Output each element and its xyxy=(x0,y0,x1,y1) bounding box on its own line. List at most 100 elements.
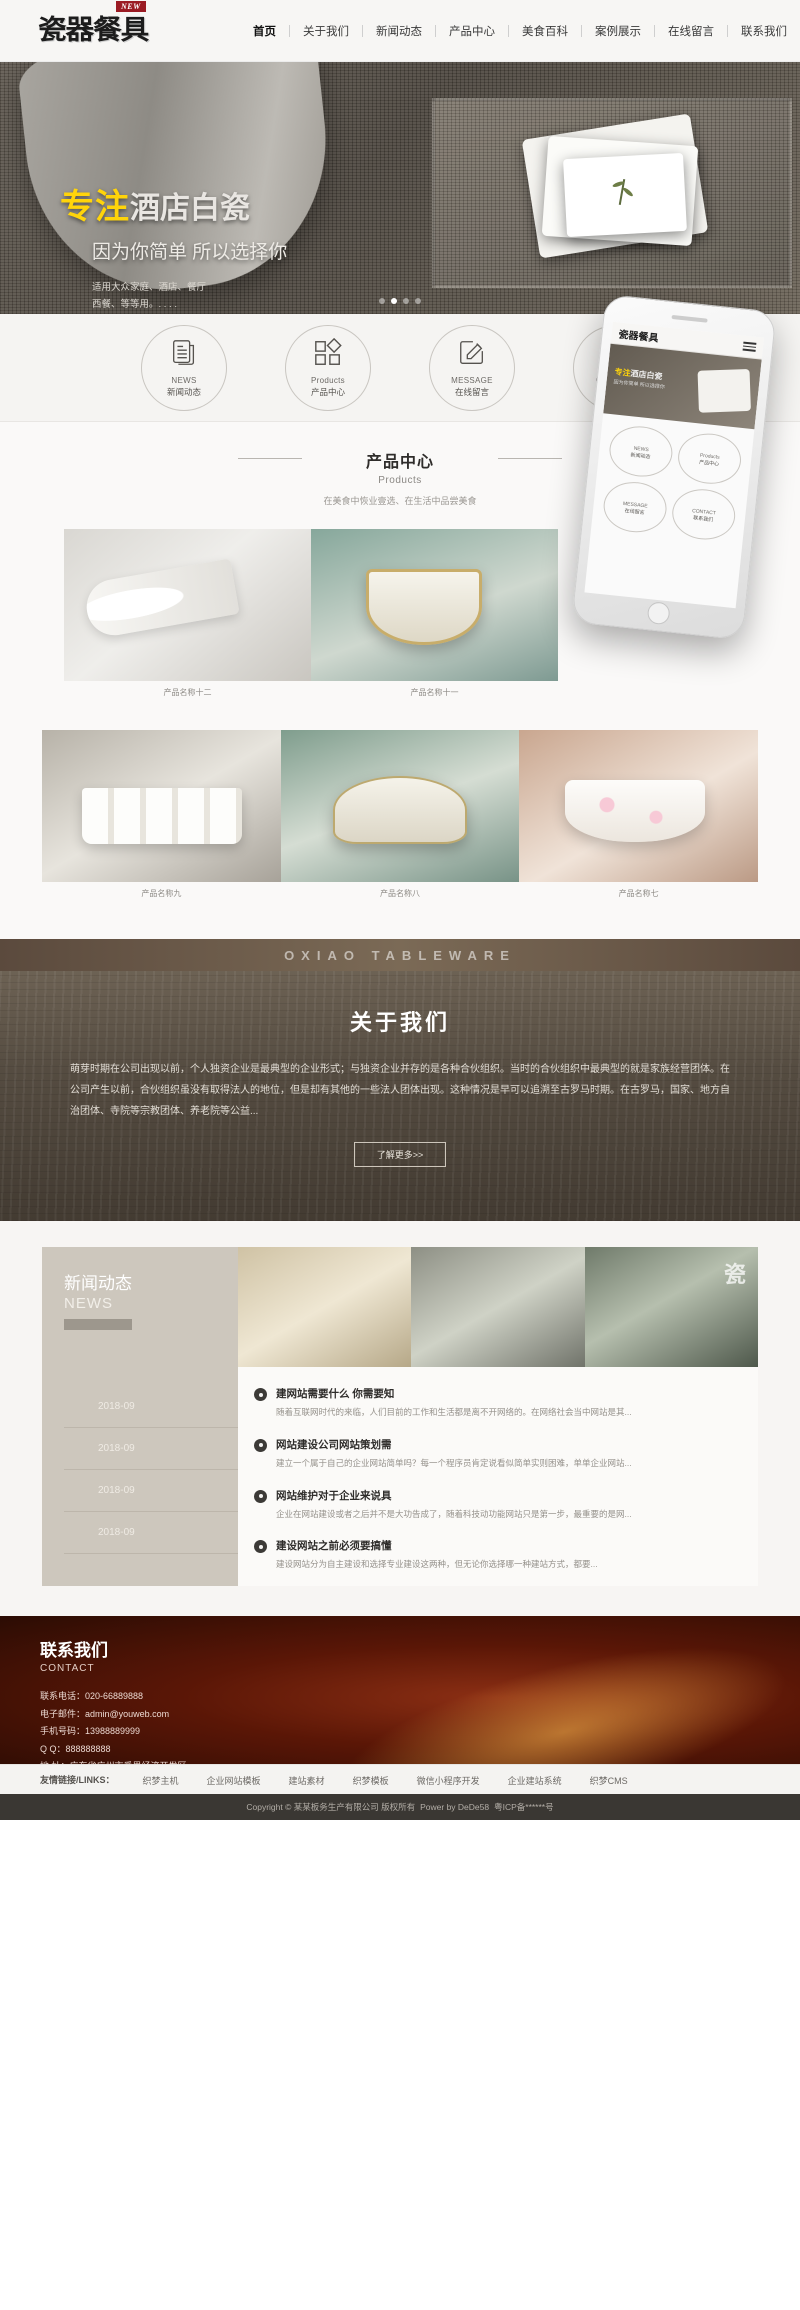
product-card[interactable]: 产品名称八 xyxy=(280,730,520,909)
news-title-underline xyxy=(64,1319,132,1330)
banner-sub-cn: 适用大众家庭、酒店、餐厅 西餐、等等用。. . . . xyxy=(92,280,287,313)
product-image xyxy=(42,730,281,882)
about-body: 萌芽时期在公司出现以前，个人独资企业是最典型的企业形式；与独资企业并存的是各种合… xyxy=(70,1064,730,1117)
nav-item-6[interactable]: 在线留言 xyxy=(655,23,727,39)
phone-service-label-cn: 新闻动态 xyxy=(630,451,651,460)
news-content: 建网站需要什么 你需要知随着互联网时代的来临，人们目前的工作和生活都是离不开网络… xyxy=(238,1247,758,1586)
news-list-item[interactable]: 网站维护对于企业来说具企业在网站建设或者之后并不是大功告成了，随着科技动功能网站… xyxy=(254,1479,742,1530)
news-item-desc: 随着互联网时代的来临，人们目前的工作和生活都是离不开网络的。在网络社会当中网站是… xyxy=(276,1407,632,1417)
nav-item-7[interactable]: 联系我们 xyxy=(728,23,800,39)
hamburger-menu-icon[interactable] xyxy=(742,339,757,354)
pencil-icon xyxy=(457,338,487,371)
news-item-title: 网站建设公司网站策划需 xyxy=(276,1438,392,1451)
product-card[interactable]: 产品名称十一 xyxy=(311,529,558,708)
copyright-text: Copyright © 某某板务生产有限公司 版权所有 xyxy=(246,1802,416,1812)
service-shortcut-news[interactable]: NEWS 新闻动态 xyxy=(141,324,227,411)
news-image-2 xyxy=(411,1247,585,1367)
friendly-link[interactable]: 企业网站模板 xyxy=(193,1776,275,1786)
product-image xyxy=(64,529,311,681)
phone-service-products[interactable]: Products 产品中心 xyxy=(675,430,744,487)
news-list-item[interactable]: 建网站需要什么 你需要知随着互联网时代的来临，人们目前的工作和生活都是离不开网络… xyxy=(254,1377,742,1428)
hero-banner: 专注酒店白瓷 因为你简单 所以选择你 适用大众家庭、酒店、餐厅 西餐、等等用。.… xyxy=(0,62,800,314)
product-caption: 产品名称十一 xyxy=(410,688,459,697)
phone-speaker xyxy=(671,314,708,323)
news-title-cn: 新闻动态 xyxy=(64,1274,132,1293)
news-item-desc: 建设网站分为自主建设和选择专业建设这两种，但无论你选择哪一种建站方式，都要... xyxy=(276,1559,598,1570)
product-image xyxy=(311,529,558,681)
banner-subheadline: 因为你简单 所以选择你 xyxy=(92,242,288,263)
news-image-1 xyxy=(238,1247,412,1367)
nav-item-2[interactable]: 新闻动态 xyxy=(363,23,435,39)
contact-line: Q Q：888888888 xyxy=(40,1743,111,1754)
service-shortcut-products[interactable]: Products 产品中心 xyxy=(285,324,371,411)
friendly-link[interactable]: 织梦CMS xyxy=(576,1776,642,1786)
service-label-en: MESSAGE xyxy=(451,375,493,385)
product-card[interactable]: 产品名称七 xyxy=(519,730,758,909)
contact-section: 联系我们 CONTACT 联系电话：020-66889888 电子邮件：admin… xyxy=(0,1616,800,1764)
friendly-link[interactable]: 建站素材 xyxy=(275,1776,339,1786)
about-more-button[interactable]: 了解更多>> xyxy=(354,1142,446,1167)
phone-home-button[interactable] xyxy=(646,601,671,626)
nav-item-0[interactable]: 首页 xyxy=(240,23,289,39)
news-item-desc: 企业在网站建设或者之后并不是大功告成了，随着科技动功能网站只是第一步，最重要的是… xyxy=(276,1508,632,1519)
news-list-item[interactable]: 网站建设公司网站策划需 建立一个属于自己的企业网站简单吗？每一个程序员肯定说看似简… xyxy=(254,1428,742,1479)
about-title: 关于我们 xyxy=(349,1010,450,1035)
site-header: NEW 瓷器餐具 首页 关于我们 新闻动态 产品中心 美食百科 案例展示 在线留言 联系我们 xyxy=(0,0,800,62)
product-caption: 产品名称八 xyxy=(379,889,420,898)
banner-headline-rest: 酒店白瓷 xyxy=(130,192,250,225)
nav-item-4[interactable]: 美食百科 xyxy=(509,23,581,39)
product-caption: 产品名称七 xyxy=(618,889,659,898)
product-card[interactable]: 产品名称十二 xyxy=(64,529,311,708)
friendly-link[interactable]: 微信小程序开发 xyxy=(403,1776,494,1786)
grid-icon xyxy=(313,337,343,371)
icp-text: 粤ICP备******号 xyxy=(494,1802,554,1812)
friendly-link[interactable]: 织梦模板 xyxy=(339,1776,403,1786)
news-item-title: 网站维护对于企业来说具 xyxy=(276,1489,392,1502)
mobile-preview-mockup: 瓷器餐具 专注酒店白瓷 因为你简单 所以选择你 NEWS 新闻动态 Products… xyxy=(571,293,777,641)
phone-service-grid: NEWS 新闻动态 Products 产品中心 MESSAGE 在线留言 CONTACT 联系… xyxy=(590,413,754,552)
contact-details: 联系电话：020-66889888 电子邮件：admin@youweb.com 手机… xyxy=(40,1688,800,1764)
footer-copyright: Copyright © 某某板务生产有限公司 版权所有 Power by DeD… xyxy=(0,1794,800,1820)
news-section: 新闻动态 NEWS 2018-092018-092018-092018-09 建… xyxy=(0,1221,800,1616)
phone-service-label-cn: 产品中心 xyxy=(698,459,720,468)
news-list-item[interactable]: 建设网站之前必须要搞懂建设网站分为自主建设和选择专业建设这两种，但无论你选择哪一… xyxy=(254,1529,742,1580)
friendly-link[interactable]: 织梦主机 xyxy=(129,1776,193,1786)
phone-service-contact[interactable]: CONTACT 联系我们 xyxy=(669,486,738,543)
heading-rule-left xyxy=(238,458,302,459)
service-shortcut-message[interactable]: MESSAGE 在线留言 xyxy=(429,324,515,411)
nav-item-5[interactable]: 案例展示 xyxy=(582,23,654,39)
nav-item-3[interactable]: 产品中心 xyxy=(436,23,508,39)
phone-service-news[interactable]: NEWS 新闻动态 xyxy=(607,423,675,480)
products-row-1: 产品名称十二 产品名称十一 xyxy=(64,529,558,708)
contact-title-en: CONTACT xyxy=(40,1663,95,1674)
news-item-title: 建设网站之前必须要搞懂 xyxy=(276,1540,392,1553)
contact-line: 电子邮件：admin@youweb.com xyxy=(40,1708,170,1719)
news-bullet-icon xyxy=(254,1388,267,1401)
logo-new-badge: NEW xyxy=(116,1,146,12)
news-item-title: 建网站需要什么 你需要知 xyxy=(276,1388,395,1400)
carousel-dot-2[interactable] xyxy=(403,298,409,304)
carousel-dot-3[interactable] xyxy=(415,298,421,304)
product-card[interactable]: 产品名称九 xyxy=(42,730,281,909)
friendly-links-bar: 友情链接/LINKS： 织梦主机 企业网站模板 建站素材 织梦模板 微信小程序开发 企业建… xyxy=(0,1764,800,1794)
banner-headline-highlight: 专注 xyxy=(60,188,130,226)
document-icon xyxy=(169,338,199,371)
powered-by-link[interactable]: Power by DeDe58 xyxy=(420,1802,489,1812)
contact-title-cn: 联系我们 xyxy=(40,1641,108,1660)
carousel-dot-0[interactable] xyxy=(379,298,385,304)
friendly-link[interactable]: 企业建站系统 xyxy=(494,1776,576,1786)
phone-screen: 瓷器餐具 专注酒店白瓷 因为你简单 所以选择你 NEWS 新闻动态 Products… xyxy=(584,321,765,609)
phone-service-message[interactable]: MESSAGE 在线留言 xyxy=(601,478,670,536)
decorative-text-strip: OXIAO TABLEWARE xyxy=(0,939,800,971)
product-caption: 产品名称十二 xyxy=(163,688,212,697)
nav-item-1[interactable]: 关于我们 xyxy=(290,23,362,39)
friendly-links-list: 织梦主机 企业网站模板 建站素材 织梦模板 微信小程序开发 企业建站系统 织梦CMS xyxy=(129,1773,642,1787)
main-navigation: 首页 关于我们 新闻动态 产品中心 美食百科 案例展示 在线留言 联系我们 xyxy=(240,23,800,39)
phone-banner-plate xyxy=(697,368,751,413)
service-label-cn: 产品中心 xyxy=(310,386,345,397)
news-date: 2018-09 xyxy=(64,1512,238,1554)
product-image xyxy=(280,730,520,882)
site-logo[interactable]: NEW 瓷器餐具 xyxy=(38,1,188,44)
carousel-dot-1[interactable] xyxy=(391,298,397,304)
news-date-list: 2018-09 2018-09 2018-09 2018-09 xyxy=(64,1386,238,1554)
